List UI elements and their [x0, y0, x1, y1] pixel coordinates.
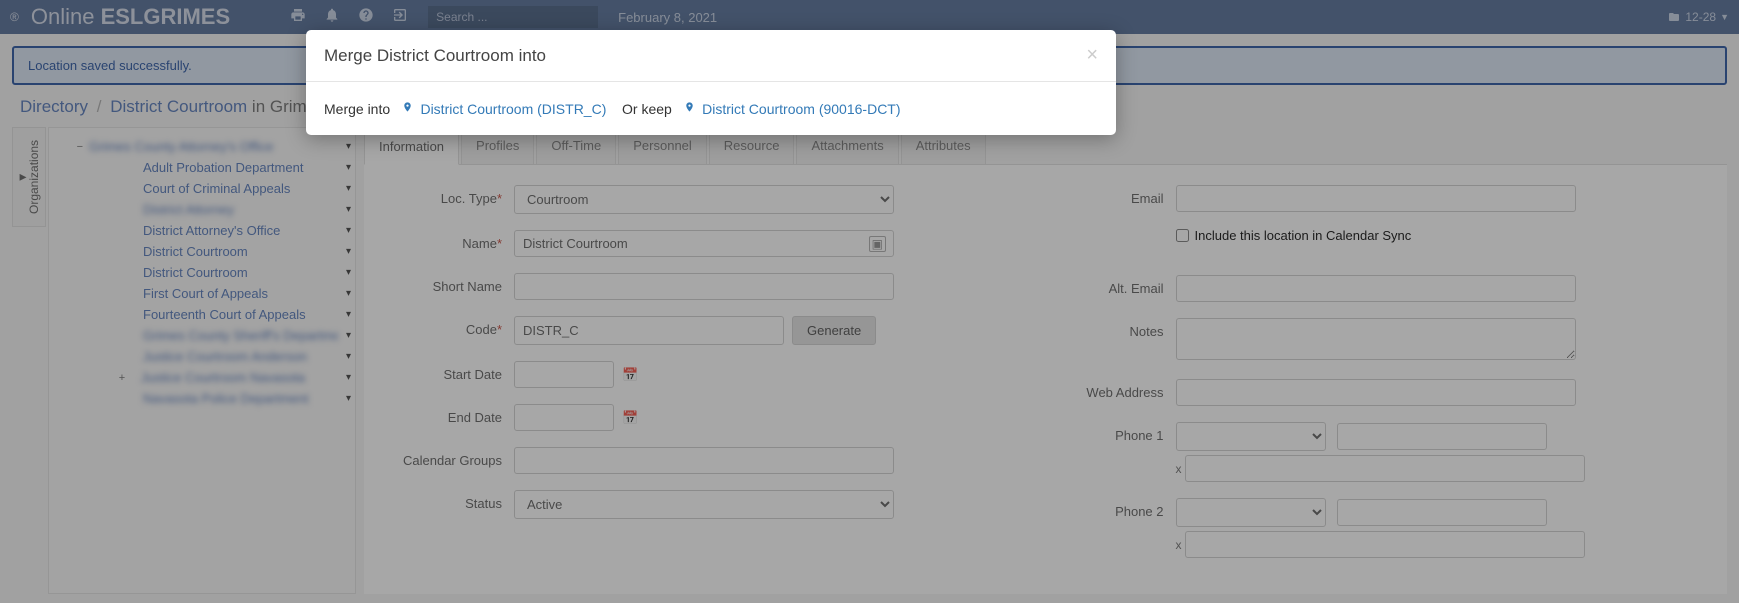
merge-into-label: Merge into [324, 101, 390, 117]
close-icon[interactable]: × [1086, 44, 1098, 67]
or-keep-label: Or keep [622, 101, 672, 117]
pin-icon [684, 102, 699, 117]
modal-title: Merge District Courtroom into [324, 46, 546, 66]
pin-icon [402, 102, 417, 117]
merge-modal: Merge District Courtroom into × Merge in… [306, 30, 1116, 135]
merge-option-1[interactable]: District Courtroom (DISTR_C) [420, 101, 606, 117]
merge-option-2[interactable]: District Courtroom (90016-DCT) [702, 101, 900, 117]
